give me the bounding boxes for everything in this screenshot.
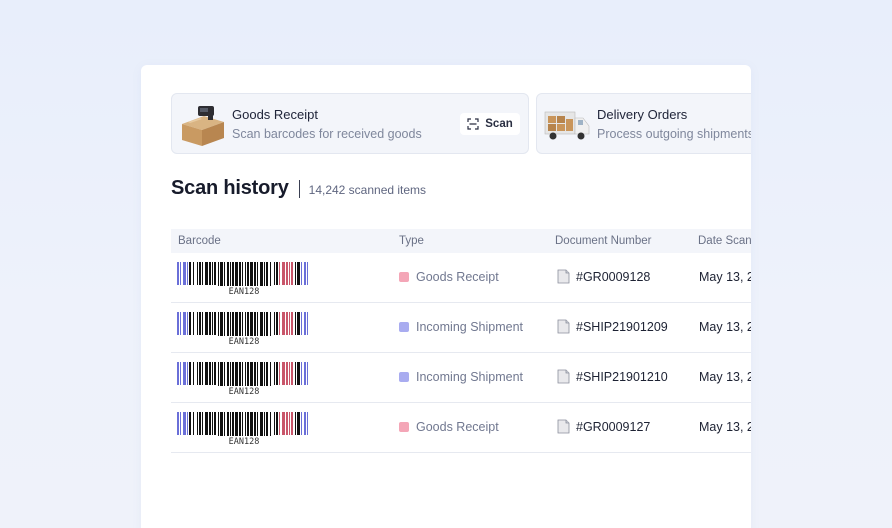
column-header-document-number[interactable]: Document Number [555, 235, 652, 247]
column-header-date-scan[interactable]: Date Scan [698, 235, 751, 247]
type-label: Goods Receipt [416, 270, 499, 284]
card-title: Goods Receipt [232, 107, 318, 122]
document-cell[interactable]: #GR0009128 [557, 269, 650, 284]
document-cell[interactable]: #SHIP21901209 [557, 319, 668, 334]
barcode-label: EAN128 [228, 287, 260, 297]
scanned-items-count: 14,242 scanned items [308, 183, 427, 197]
table-header: Barcode Type Document Number Date Scan [171, 229, 751, 253]
column-header-barcode[interactable]: Barcode [178, 235, 221, 247]
scan-panel: Goods Receipt Scan barcodes for received… [141, 65, 751, 528]
delivery-orders-card[interactable]: Delivery Orders Process outgoing shipmen… [536, 93, 751, 154]
type-color-dot [399, 372, 409, 382]
barcode-label: EAN128 [228, 387, 260, 397]
barcode-label: EAN128 [228, 337, 260, 347]
type-cell: Incoming Shipment [399, 370, 523, 384]
document-number: #GR0009127 [576, 419, 651, 434]
table-row[interactable]: EAN128 Incoming Shipment #SHIP21901210 M… [171, 353, 751, 403]
type-cell: Incoming Shipment [399, 320, 523, 334]
type-color-dot [399, 322, 409, 332]
card-subtitle: Scan barcodes for received goods [232, 127, 422, 141]
document-icon [557, 319, 570, 334]
type-label: Incoming Shipment [416, 370, 524, 384]
divider [298, 179, 300, 198]
document-cell[interactable]: #SHIP21901210 [557, 369, 668, 384]
scan-button[interactable]: Scan [460, 113, 520, 135]
document-icon [557, 269, 570, 284]
goods-receipt-card[interactable]: Goods Receipt Scan barcodes for received… [171, 93, 529, 154]
card-subtitle: Process outgoing shipments [597, 127, 751, 141]
table-row[interactable]: EAN128 Goods Receipt #GR0009128 May 13, … [171, 253, 751, 303]
type-cell: Goods Receipt [399, 420, 499, 434]
page-title: Scan history [171, 177, 289, 199]
type-label: Incoming Shipment [416, 320, 524, 334]
document-number: #SHIP21901210 [576, 369, 668, 384]
date-scan: May 13, 2 [699, 370, 751, 384]
type-cell: Goods Receipt [399, 270, 499, 284]
scan-history-heading: Scan history 14,242 scanned items [171, 177, 426, 200]
document-cell[interactable]: #GR0009127 [557, 419, 650, 434]
type-label: Goods Receipt [416, 420, 499, 434]
document-icon [557, 419, 570, 434]
column-header-type[interactable]: Type [399, 235, 424, 247]
delivery-truck-icon [544, 111, 590, 140]
document-number: #GR0009128 [576, 269, 651, 284]
scan-icon [467, 118, 479, 130]
date-scan: May 13, 2 [699, 420, 751, 434]
barcode-label: EAN128 [228, 437, 260, 447]
type-color-dot [399, 272, 409, 282]
table-row[interactable]: EAN128 Goods Receipt #GR0009127 May 13, … [171, 403, 751, 453]
cardboard-box-with-scanner-icon [182, 106, 224, 146]
date-scan: May 13, 2 [699, 320, 751, 334]
document-icon [557, 369, 570, 384]
card-title: Delivery Orders [597, 107, 688, 122]
type-color-dot [399, 422, 409, 432]
document-number: #SHIP21901209 [576, 319, 668, 334]
date-scan: May 13, 2 [699, 270, 751, 284]
scan-button-label: Scan [485, 118, 513, 130]
table-row[interactable]: EAN128 Incoming Shipment #SHIP21901209 M… [171, 303, 751, 353]
